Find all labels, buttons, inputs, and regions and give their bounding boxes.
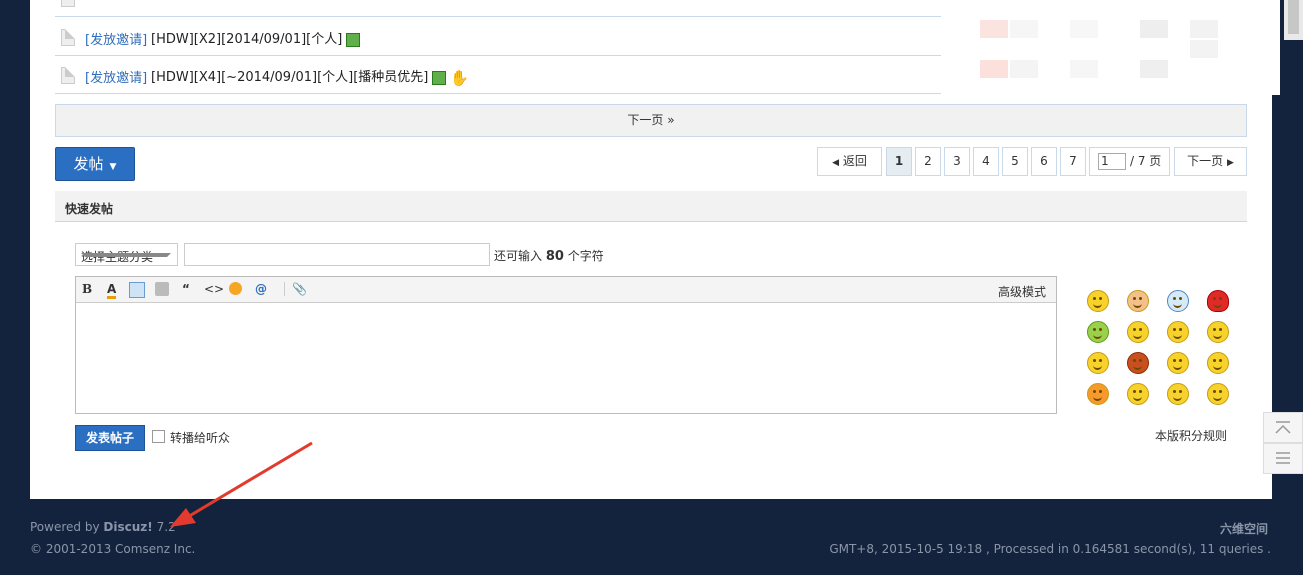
annotation-arrow	[170, 441, 313, 527]
